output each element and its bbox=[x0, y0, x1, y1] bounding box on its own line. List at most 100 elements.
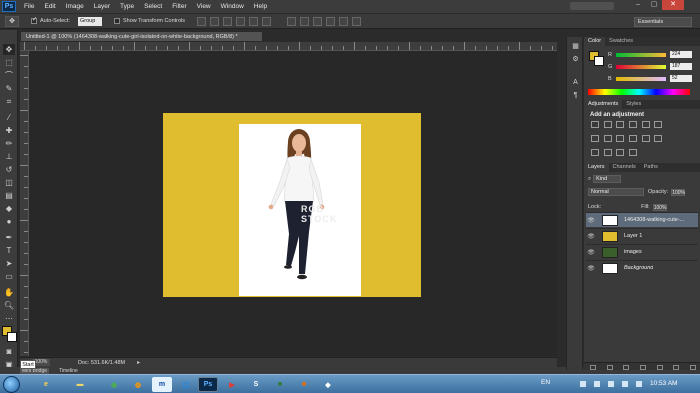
new-layer-icon[interactable] bbox=[673, 365, 680, 370]
pen-tool-icon[interactable]: ✒ bbox=[3, 232, 15, 243]
language-indicator[interactable]: EN bbox=[541, 379, 550, 386]
color-lookup-icon[interactable] bbox=[641, 135, 650, 142]
align-center-icon[interactable] bbox=[249, 16, 259, 26]
menu-window[interactable]: Window bbox=[221, 3, 244, 10]
close-icon[interactable]: ✕ bbox=[662, 0, 684, 10]
quick-mask-icon[interactable]: ◙ bbox=[3, 346, 15, 357]
lasso-tool-icon[interactable]: ⌒ bbox=[3, 70, 15, 81]
gradient-map-icon[interactable] bbox=[616, 149, 625, 156]
distribute-right-icon[interactable] bbox=[352, 16, 362, 26]
distribute-bottom-icon[interactable] bbox=[313, 16, 323, 26]
tray-icon-1[interactable] bbox=[580, 381, 586, 387]
history-panel-icon[interactable]: ▦ bbox=[570, 41, 581, 52]
visibility-eye-icon[interactable]: 👁︎ bbox=[586, 233, 596, 240]
healing-brush-tool-icon[interactable]: ✚ bbox=[3, 125, 15, 136]
maximize-icon[interactable]: ▢ bbox=[646, 0, 662, 10]
gradient-tool-icon[interactable]: ▤ bbox=[3, 190, 15, 201]
eyedropper-tool-icon[interactable]: ⁄ bbox=[3, 112, 15, 123]
tab-channels[interactable]: Channels bbox=[609, 163, 640, 172]
brightness-contrast-icon[interactable] bbox=[591, 121, 599, 128]
green-value[interactable]: 187 bbox=[670, 63, 692, 70]
tab-swatches[interactable]: Swatches bbox=[605, 37, 637, 46]
distribute-left-icon[interactable] bbox=[326, 16, 336, 26]
show-transform-checkbox[interactable] bbox=[113, 18, 120, 24]
move-tool-preset-icon[interactable]: ✥ bbox=[5, 15, 19, 27]
background-color-swatch[interactable] bbox=[7, 332, 17, 342]
properties-panel-icon[interactable]: ⚙ bbox=[570, 54, 581, 65]
auto-select-dropdown[interactable]: Group bbox=[77, 16, 102, 26]
hue-saturation-icon[interactable] bbox=[654, 121, 663, 128]
add-mask-icon[interactable] bbox=[623, 365, 630, 370]
layer-style-icon[interactable] bbox=[606, 365, 613, 370]
document-tab[interactable]: Untitled-1 @ 100% (1464308-walking-cute-… bbox=[20, 31, 263, 42]
battery-icon[interactable] bbox=[622, 381, 628, 387]
zoom-tool-icon[interactable]: 🔍︎ bbox=[3, 300, 15, 311]
menu-select[interactable]: Select bbox=[144, 3, 162, 10]
photo-filter-icon[interactable] bbox=[616, 135, 625, 142]
tab-paths[interactable]: Paths bbox=[640, 163, 662, 172]
channel-mixer-icon[interactable] bbox=[629, 135, 638, 142]
opacity-field[interactable]: 100% bbox=[671, 188, 686, 196]
type-tool-icon[interactable]: T bbox=[3, 245, 15, 256]
selective-color-icon[interactable] bbox=[629, 149, 638, 156]
app-taskbar-icon-2[interactable]: ■ bbox=[294, 377, 314, 392]
color-balance-icon[interactable] bbox=[591, 135, 599, 142]
hand-tool-icon[interactable]: ✋ bbox=[3, 287, 15, 298]
character-panel-icon[interactable]: A bbox=[570, 77, 581, 88]
eraser-tool-icon[interactable]: ◫ bbox=[3, 177, 15, 188]
align-bottom-icon[interactable] bbox=[223, 16, 233, 26]
photo-layer[interactable]: RGB STOCK bbox=[239, 124, 361, 296]
red-value[interactable]: 224 bbox=[670, 51, 692, 58]
green-slider[interactable] bbox=[616, 64, 666, 69]
blue-slider[interactable] bbox=[616, 76, 666, 81]
photoshop-taskbar-icon[interactable]: Ps bbox=[198, 377, 218, 392]
adjustment-layer-icon[interactable] bbox=[640, 365, 647, 370]
menu-type[interactable]: Type bbox=[120, 3, 134, 10]
menu-view[interactable]: View bbox=[197, 3, 211, 10]
status-menu-arrow-icon[interactable]: ▸ bbox=[137, 359, 140, 366]
threshold-icon[interactable] bbox=[603, 149, 612, 156]
fill-field[interactable]: 100% bbox=[652, 203, 667, 211]
menu-file[interactable]: File bbox=[24, 3, 34, 10]
visibility-eye-icon[interactable]: 👁︎ bbox=[586, 217, 596, 224]
levels-icon[interactable] bbox=[603, 121, 612, 128]
vibrance-icon[interactable] bbox=[641, 121, 650, 128]
explorer-taskbar-icon[interactable]: ▬ bbox=[70, 377, 90, 392]
auto-select-checkbox[interactable] bbox=[31, 16, 37, 24]
canvas-area[interactable]: RGB STOCK bbox=[29, 51, 557, 356]
visibility-eye-icon[interactable]: 👁︎ bbox=[586, 249, 596, 256]
crop-tool-icon[interactable]: ⌗ bbox=[3, 96, 15, 107]
blur-tool-icon[interactable]: ◆ bbox=[3, 203, 15, 214]
network-icon[interactable] bbox=[608, 381, 614, 387]
more-tools-icon[interactable]: ⋯ bbox=[3, 313, 15, 324]
color-spectrum-ramp[interactable] bbox=[588, 89, 690, 95]
maxthon-taskbar-icon[interactable]: m bbox=[152, 377, 172, 392]
blue-value[interactable]: 52 bbox=[670, 75, 692, 82]
app-taskbar-icon-1[interactable]: ■ bbox=[270, 377, 290, 392]
move-tool-icon[interactable]: ✥ bbox=[3, 44, 15, 55]
invert-icon[interactable] bbox=[654, 135, 663, 142]
distribute-middle-icon[interactable] bbox=[300, 16, 310, 26]
distribute-center-icon[interactable] bbox=[339, 16, 349, 26]
history-brush-tool-icon[interactable]: ↺ bbox=[3, 164, 15, 175]
exposure-icon[interactable] bbox=[629, 121, 638, 128]
minimize-icon[interactable]: – bbox=[630, 0, 646, 10]
clock[interactable]: 10:53 AM bbox=[650, 380, 677, 387]
align-right-icon[interactable] bbox=[262, 16, 272, 26]
brush-tool-icon[interactable]: ✏ bbox=[3, 138, 15, 149]
start-button[interactable] bbox=[3, 376, 20, 393]
posterize-icon[interactable] bbox=[591, 149, 599, 156]
align-top-icon[interactable] bbox=[197, 16, 207, 26]
menu-edit[interactable]: Edit bbox=[44, 3, 55, 10]
new-group-icon[interactable] bbox=[656, 365, 663, 370]
menu-filter[interactable]: Filter bbox=[172, 3, 186, 10]
black-white-icon[interactable] bbox=[603, 135, 612, 142]
dodge-tool-icon[interactable]: ● bbox=[3, 216, 15, 227]
tab-styles[interactable]: Styles bbox=[622, 100, 645, 109]
search-box[interactable] bbox=[570, 2, 614, 10]
layer-row[interactable]: 👁︎ 1464308-walking-cute-... bbox=[586, 212, 698, 227]
firefox-taskbar-icon[interactable]: ◍ bbox=[128, 377, 148, 392]
tab-adjustments[interactable]: Adjustments bbox=[584, 100, 623, 109]
align-middle-icon[interactable] bbox=[210, 16, 220, 26]
app-taskbar-icon-3[interactable]: ◆ bbox=[318, 377, 338, 392]
